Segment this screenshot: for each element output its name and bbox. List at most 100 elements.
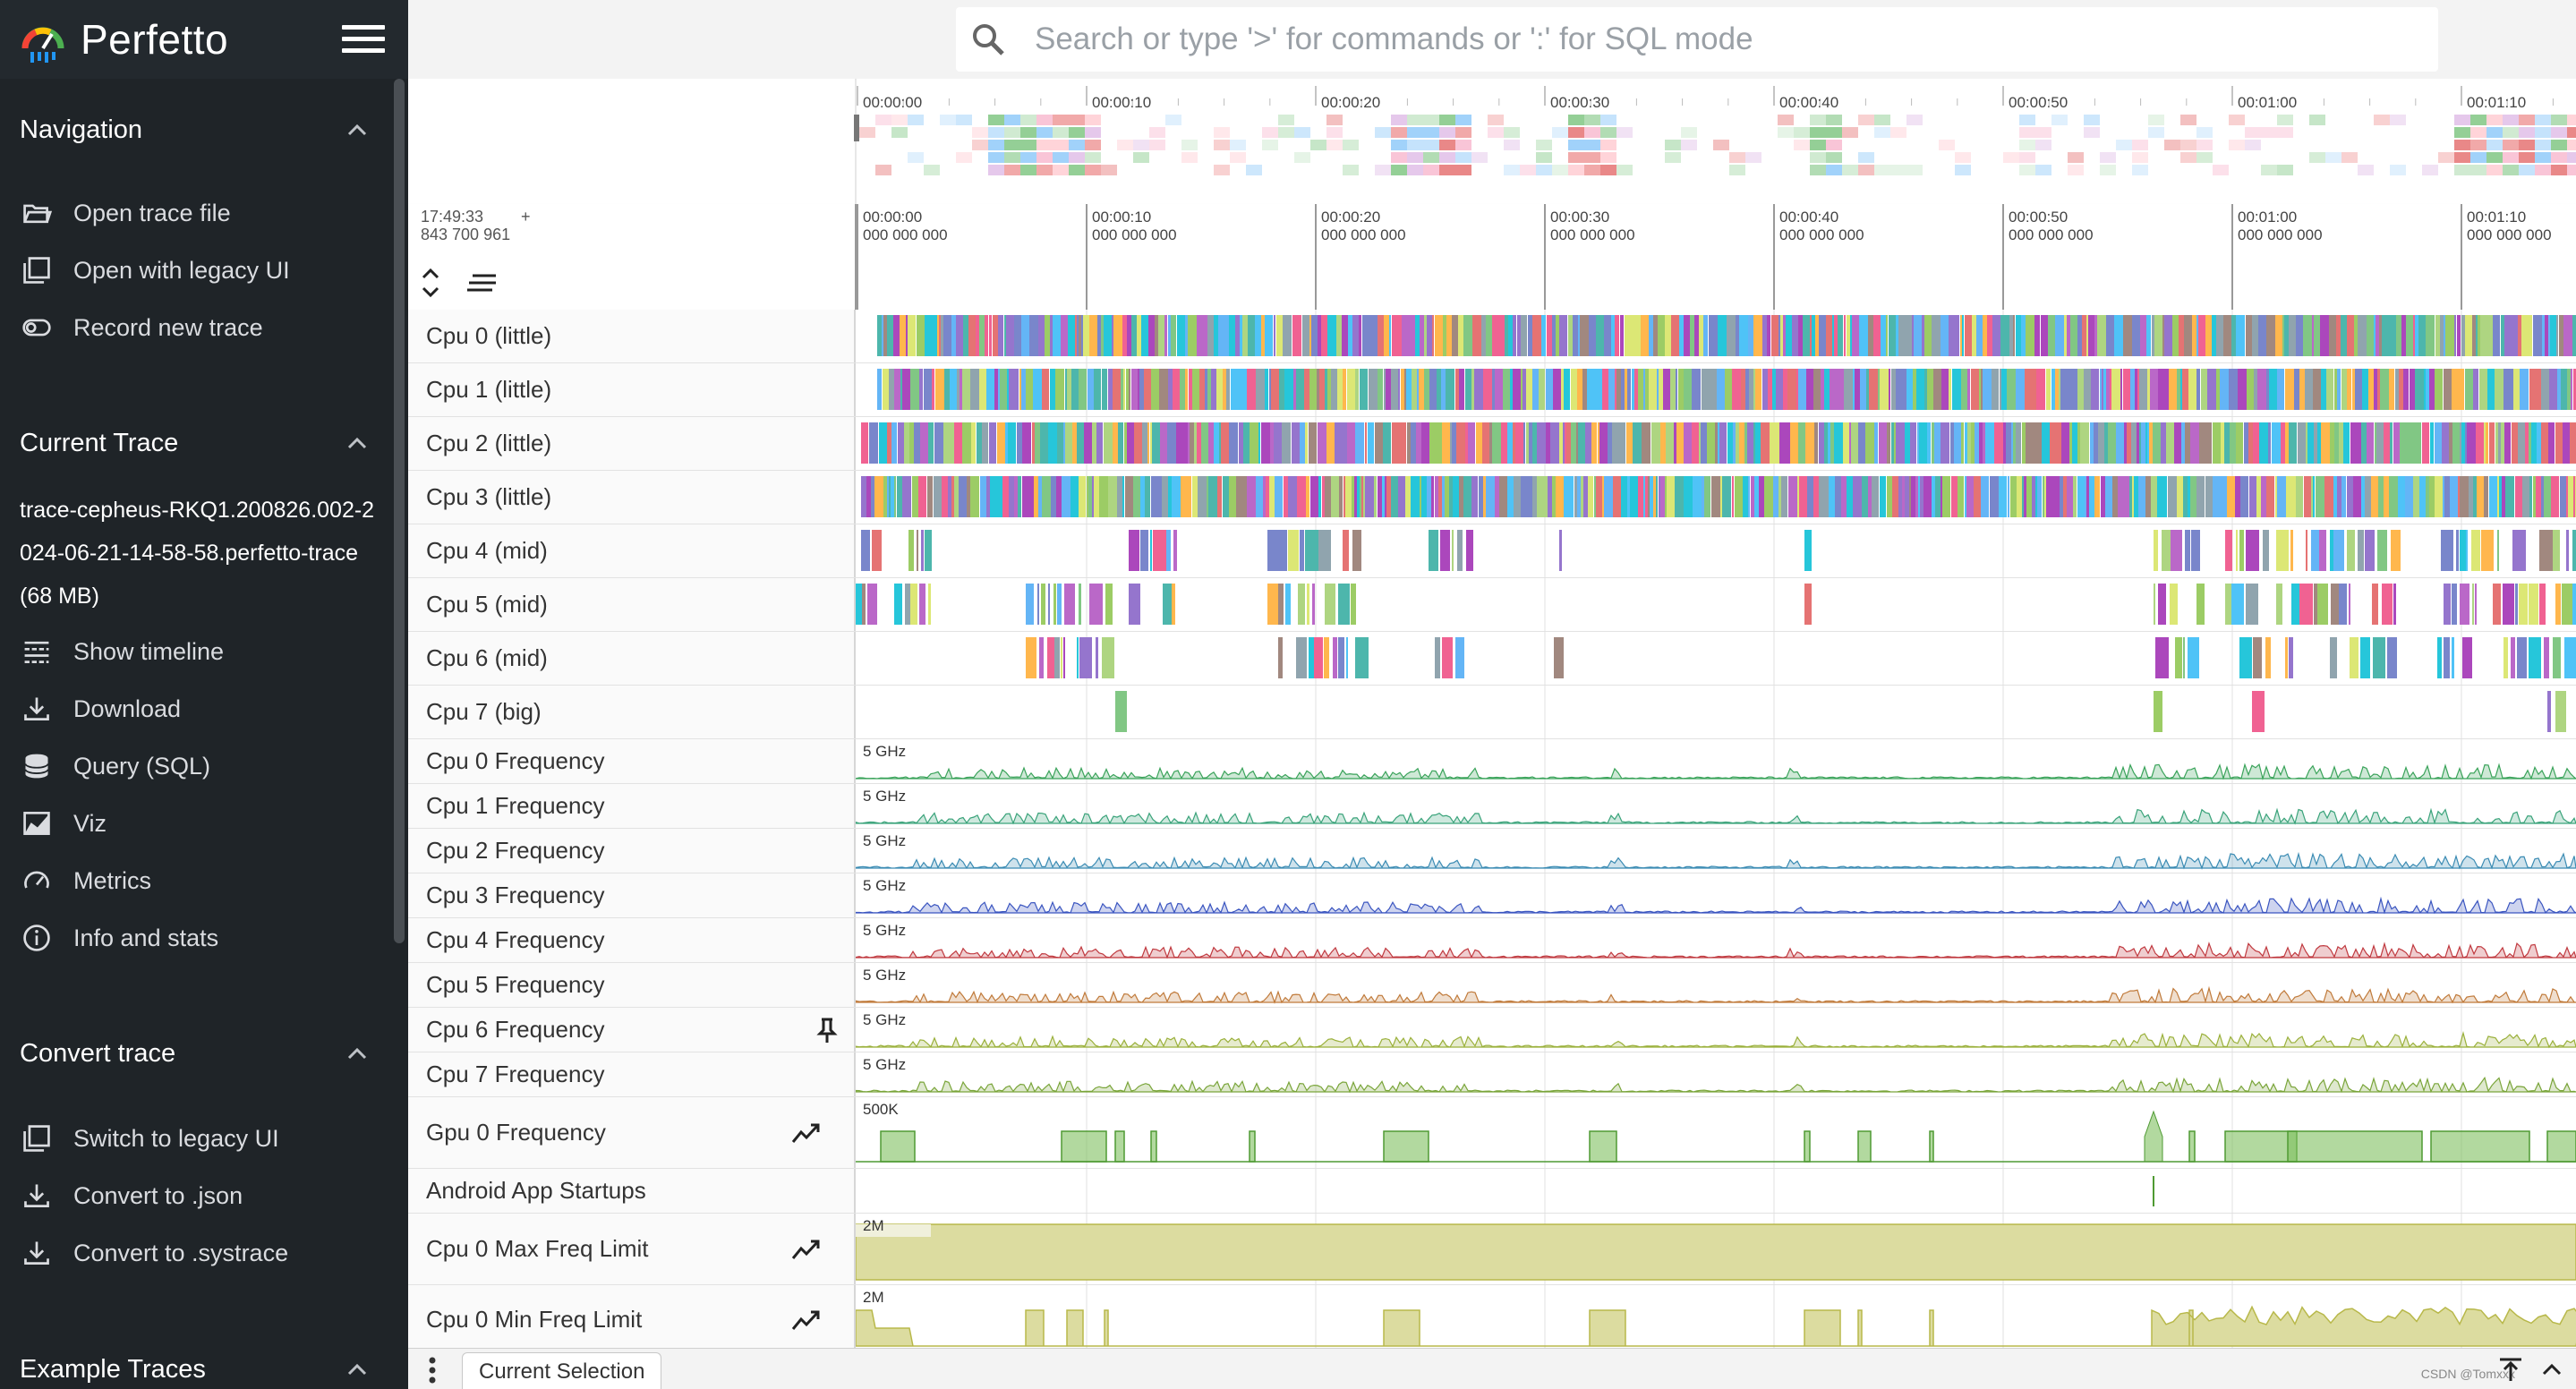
track-label[interactable]: Cpu 4 (mid): [408, 524, 856, 577]
track-cpu-0-frequency[interactable]: Cpu 0 Frequency 5 GHz: [408, 739, 2576, 784]
track-cpu-0-little[interactable]: Cpu 0 (little): [408, 310, 2576, 363]
timeline-overview[interactable]: 00:00:00 00:00:10 00:00:20 00:00:30 00:00:40…: [408, 79, 2576, 205]
sidebar-item-viz[interactable]: Viz: [20, 800, 378, 847]
track-content[interactable]: [856, 471, 2576, 524]
track-cpu-0-min-freq-limit[interactable]: Cpu 0 Min Freq Limit 2M: [408, 1285, 2576, 1348]
section-example-traces[interactable]: Example Traces: [20, 1347, 369, 1389]
track-canvas[interactable]: [856, 524, 2576, 578]
track-cpu-4-mid[interactable]: Cpu 4 (mid): [408, 524, 2576, 578]
track-content[interactable]: 5 GHz: [856, 963, 2576, 1008]
track-label[interactable]: Cpu 1 (little): [408, 363, 856, 416]
overview-chart[interactable]: 00:00:00 00:00:10 00:00:20 00:00:30 00:00:40…: [408, 79, 2576, 204]
section-navigation[interactable]: Navigation: [20, 107, 369, 152]
track-label[interactable]: Cpu 0 Max Freq Limit: [408, 1214, 856, 1284]
chevron-up-icon[interactable]: [345, 1042, 369, 1065]
sidebar-item-open-trace-file[interactable]: Open trace file: [20, 190, 378, 236]
sidebar-item-info-and-stats[interactable]: Info and stats: [20, 915, 378, 961]
track-cpu-4-frequency[interactable]: Cpu 4 Frequency 5 GHz: [408, 918, 2576, 963]
track-cpu-7-frequency[interactable]: Cpu 7 Frequency 5 GHz: [408, 1052, 2576, 1097]
track-cpu-5-frequency[interactable]: Cpu 5 Frequency 5 GHz: [408, 963, 2576, 1008]
search-input[interactable]: [1033, 21, 2433, 58]
track-cpu-6-frequency[interactable]: Cpu 6 Frequency 5 GHz: [408, 1008, 2576, 1052]
track-label[interactable]: Cpu 5 Frequency: [408, 963, 856, 1007]
track-label[interactable]: Android App Startups: [408, 1169, 856, 1213]
sidebar-item-open-with-legacy-ui[interactable]: Open with legacy UI: [20, 247, 378, 294]
omnibox[interactable]: [956, 7, 2438, 72]
track-content[interactable]: 500K: [856, 1097, 2576, 1169]
track-canvas[interactable]: [856, 363, 2576, 417]
track-cpu-7-big[interactable]: Cpu 7 (big): [408, 686, 2576, 739]
track-content[interactable]: [856, 310, 2576, 363]
sort-lines-icon[interactable]: [465, 265, 498, 301]
track-canvas[interactable]: [856, 1285, 2576, 1348]
trending-chart-icon[interactable]: [791, 1306, 820, 1334]
sidebar-item-switch-to-legacy-ui[interactable]: Switch to legacy UI: [20, 1115, 378, 1162]
track-content[interactable]: 5 GHz: [856, 1052, 2576, 1097]
track-cpu-2-frequency[interactable]: Cpu 2 Frequency 5 GHz: [408, 829, 2576, 873]
track-cpu-2-little[interactable]: Cpu 2 (little): [408, 417, 2576, 471]
track-label[interactable]: Cpu 7 Frequency: [408, 1052, 856, 1096]
track-content[interactable]: [856, 686, 2576, 739]
chevron-up-icon[interactable]: [2540, 1356, 2563, 1383]
track-cpu-3-frequency[interactable]: Cpu 3 Frequency 5 GHz: [408, 873, 2576, 918]
track-canvas[interactable]: [856, 686, 2576, 739]
track-canvas[interactable]: [856, 829, 2576, 873]
track-canvas[interactable]: [856, 963, 2576, 1008]
track-label[interactable]: Cpu 4 Frequency: [408, 918, 856, 962]
expand-collapse-icon[interactable]: [421, 265, 440, 301]
track-label[interactable]: Cpu 0 Frequency: [408, 739, 856, 783]
track-content[interactable]: [856, 578, 2576, 632]
track-content[interactable]: 5 GHz: [856, 829, 2576, 873]
track-cpu-6-mid[interactable]: Cpu 6 (mid): [408, 632, 2576, 686]
track-canvas[interactable]: [856, 1169, 2576, 1214]
pin-icon[interactable]: [813, 1016, 841, 1044]
track-canvas[interactable]: [856, 873, 2576, 918]
track-content[interactable]: 5 GHz: [856, 873, 2576, 918]
hamburger-menu-button[interactable]: [342, 25, 385, 57]
sidebar-item-convert-to-json[interactable]: Convert to .json: [20, 1172, 378, 1219]
track-label[interactable]: Cpu 3 (little): [408, 471, 856, 524]
maximize-panel-icon[interactable]: [2497, 1356, 2524, 1383]
track-android-app-startups[interactable]: Android App Startups: [408, 1169, 2576, 1214]
track-canvas[interactable]: [856, 918, 2576, 963]
track-canvas[interactable]: [856, 784, 2576, 829]
sidebar-item-convert-to-systrace[interactable]: Convert to .systrace: [20, 1230, 378, 1276]
track-cpu-5-mid[interactable]: Cpu 5 (mid): [408, 578, 2576, 632]
sidebar-item-metrics[interactable]: Metrics: [20, 857, 378, 904]
track-content[interactable]: 5 GHz: [856, 918, 2576, 963]
track-canvas[interactable]: [856, 471, 2576, 524]
track-gpu-0-frequency[interactable]: Gpu 0 Frequency 500K: [408, 1097, 2576, 1169]
chevron-up-icon[interactable]: [345, 431, 369, 455]
track-content[interactable]: 5 GHz: [856, 1008, 2576, 1052]
track-canvas[interactable]: [856, 310, 2576, 363]
track-label[interactable]: Cpu 2 (little): [408, 417, 856, 470]
track-canvas[interactable]: [856, 1052, 2576, 1097]
track-content[interactable]: 5 GHz: [856, 784, 2576, 829]
track-content[interactable]: [856, 363, 2576, 417]
trending-chart-icon[interactable]: [791, 1119, 820, 1147]
section-current-trace[interactable]: Current Trace: [20, 421, 369, 465]
chevron-up-icon[interactable]: [345, 118, 369, 141]
tab-current-selection[interactable]: Current Selection: [462, 1352, 662, 1389]
track-content[interactable]: [856, 524, 2576, 578]
track-label[interactable]: Gpu 0 Frequency: [408, 1097, 856, 1168]
track-canvas[interactable]: [856, 1008, 2576, 1052]
more-vert-icon[interactable]: [428, 1356, 437, 1385]
sidebar-item-show-timeline[interactable]: Show timeline: [20, 628, 378, 675]
track-canvas[interactable]: [856, 1214, 2576, 1285]
trending-chart-icon[interactable]: [791, 1235, 820, 1264]
section-convert-trace[interactable]: Convert trace: [20, 1031, 369, 1076]
track-label[interactable]: Cpu 6 (mid): [408, 632, 856, 685]
sidebar-scrollbar[interactable]: [394, 79, 405, 943]
sidebar-item-download[interactable]: Download: [20, 686, 378, 732]
track-content[interactable]: [856, 417, 2576, 471]
track-canvas[interactable]: [856, 417, 2576, 471]
track-cpu-0-max-freq-limit[interactable]: Cpu 0 Max Freq Limit 2M: [408, 1214, 2576, 1285]
track-canvas[interactable]: [856, 739, 2576, 784]
track-content[interactable]: 2M: [856, 1285, 2576, 1348]
track-label[interactable]: Cpu 2 Frequency: [408, 829, 856, 873]
track-label[interactable]: Cpu 0 Min Freq Limit: [408, 1285, 856, 1348]
track-content[interactable]: 5 GHz: [856, 739, 2576, 784]
track-label[interactable]: Cpu 6 Frequency: [408, 1008, 856, 1052]
track-cpu-1-frequency[interactable]: Cpu 1 Frequency 5 GHz: [408, 784, 2576, 829]
